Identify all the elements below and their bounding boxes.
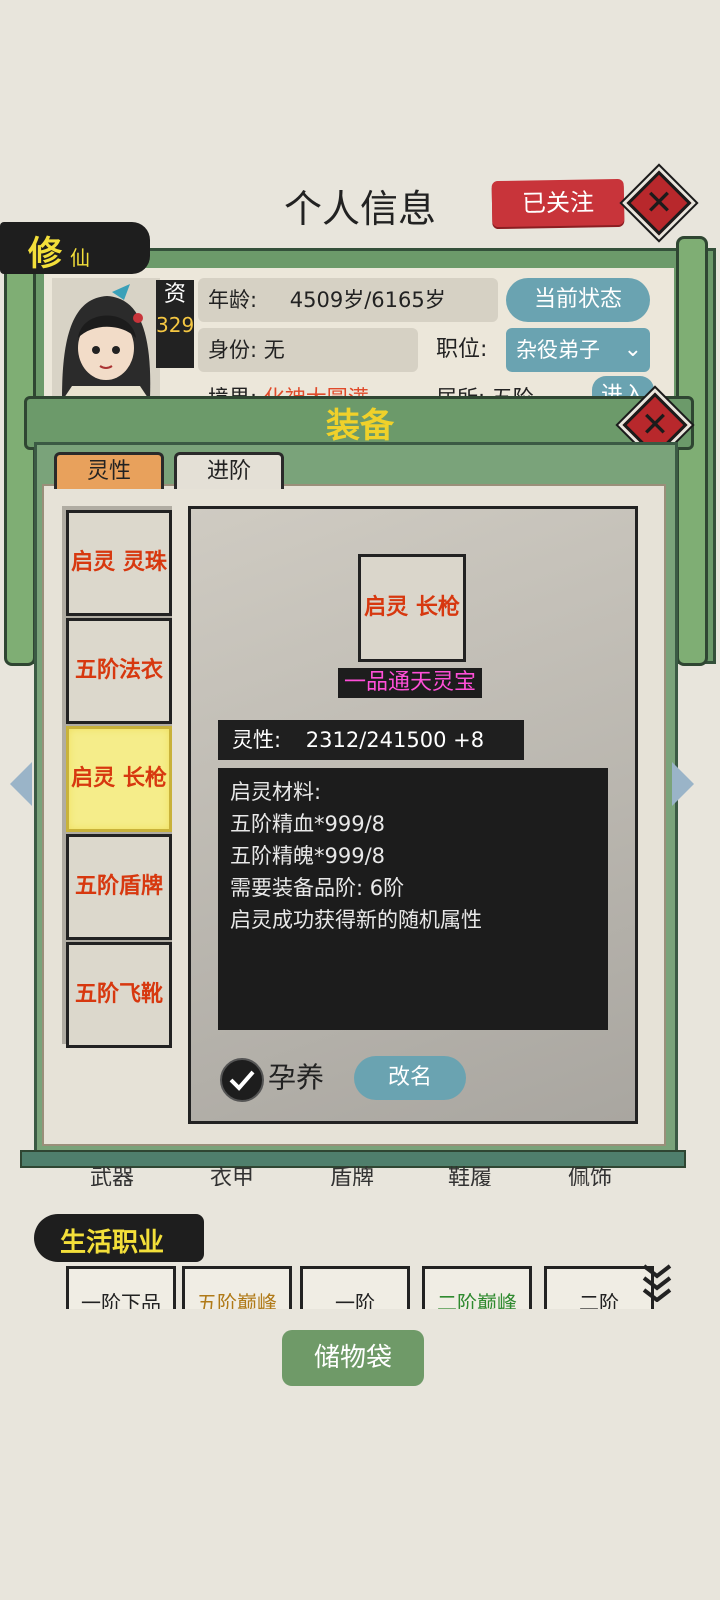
chevron-down-icon: ⌄ [623,337,642,362]
slot-item[interactable]: 启灵 灵珠 [66,510,172,616]
nurture-checkbox[interactable] [220,1058,264,1102]
scroll-rod-right [676,236,708,666]
aptitude-label: 资 [163,282,186,307]
identity-label: 身份: [208,338,258,362]
life-card[interactable]: 二阶巅峰 [422,1266,532,1309]
slot-label-armor[interactable]: 衣甲 [182,1166,282,1186]
desc-line: 五阶精血*999/8 [230,812,386,836]
slot-item[interactable]: 五阶盾牌 [66,834,172,940]
desc-line: 启灵材料: [230,780,322,804]
identity-value: 无 [263,338,285,362]
item-grade: 一品通天灵宝 [338,668,482,698]
scroll-rod-left [4,236,36,666]
equip-title: 装备 [326,406,394,446]
life-profession-title: 生活职业 [60,1228,165,1258]
tab-lingxing[interactable]: 灵性 [54,452,164,489]
cultivation-tag: 修 仙 [0,222,150,274]
desc-line: 启灵成功获得新的随机属性 [230,908,482,932]
storage-bag-button[interactable]: 储物袋 [282,1330,424,1386]
position-value: 杂役弟子 [516,338,600,362]
desc-line: 需要装备品阶: 6阶 [230,876,405,900]
age-value: 4509岁/6165岁 [289,288,446,312]
prev-arrow-icon[interactable] [10,762,32,806]
lingxing-label: 灵性: [232,728,282,752]
life-card[interactable]: 一阶 [300,1266,410,1309]
identity-row: 身份: 无 [198,328,418,372]
position-label: 职位: [436,337,488,362]
slot-label-shield[interactable]: 盾牌 [302,1166,402,1186]
rename-button[interactable]: 改名 [354,1056,466,1100]
slot-label-weapon[interactable]: 武器 [62,1166,162,1186]
age-label: 年龄: [208,288,258,312]
life-card-label: 一阶下品 [81,1291,161,1309]
item-description: 启灵材料: 五阶精血*999/8 五阶精魄*999/8 需要装备品阶: 6阶 启… [218,768,608,1030]
close-icon: ✕ [640,405,670,445]
life-card[interactable]: 五阶巅峰 [182,1266,292,1309]
nurture-label: 孕养 [268,1061,325,1094]
life-card-label: 一阶 [335,1291,375,1309]
life-card-label: 二阶巅峰 [437,1291,517,1309]
lingxing-value: 2312/241500 +8 [305,728,485,752]
position-select[interactable]: 杂役弟子 ⌄ [506,328,650,372]
follow-button[interactable]: 已关注 [491,178,625,228]
slot-item[interactable]: 五阶法衣 [66,618,172,724]
close-icon: ✕ [644,183,674,223]
equip-slot-labels: 武器 衣甲 盾牌 鞋履 佩饰 [40,1166,680,1186]
life-profession-tag: 生活职业 [34,1214,204,1262]
life-card-label: 五阶巅峰 [197,1291,277,1309]
slot-item-selected[interactable]: 启灵 长枪 [66,726,172,832]
check-icon [229,1070,255,1091]
item-icon-box: 启灵 长枪 [358,554,466,662]
aptitude-value: 329 [156,313,195,337]
desc-line: 五阶精魄*999/8 [230,844,386,868]
life-card-label: 二阶 [579,1291,619,1309]
slot-item[interactable]: 五阶飞靴 [66,942,172,1048]
avatar[interactable] [52,278,160,398]
current-state-button[interactable]: 当前状态 [506,278,650,322]
expand-chevrons-icon[interactable] [640,1262,674,1303]
character-portrait-icon [62,284,151,398]
lingxing-bar: 灵性: 2312/241500 +8 [218,720,524,760]
tag-big-text: 修 [28,234,62,274]
next-arrow-icon[interactable] [672,762,694,806]
life-card[interactable]: 一阶下品 [66,1266,176,1309]
slot-label-accessory[interactable]: 佩饰 [540,1166,640,1186]
tag-small-text: 仙 [70,246,90,270]
slot-label-boots[interactable]: 鞋履 [420,1166,520,1186]
tab-advance[interactable]: 进阶 [174,452,284,489]
aptitude-badge: 资 329 [156,280,194,368]
age-row: 年龄: 4509岁/6165岁 [198,278,498,322]
life-card[interactable]: 二阶 [544,1266,654,1309]
